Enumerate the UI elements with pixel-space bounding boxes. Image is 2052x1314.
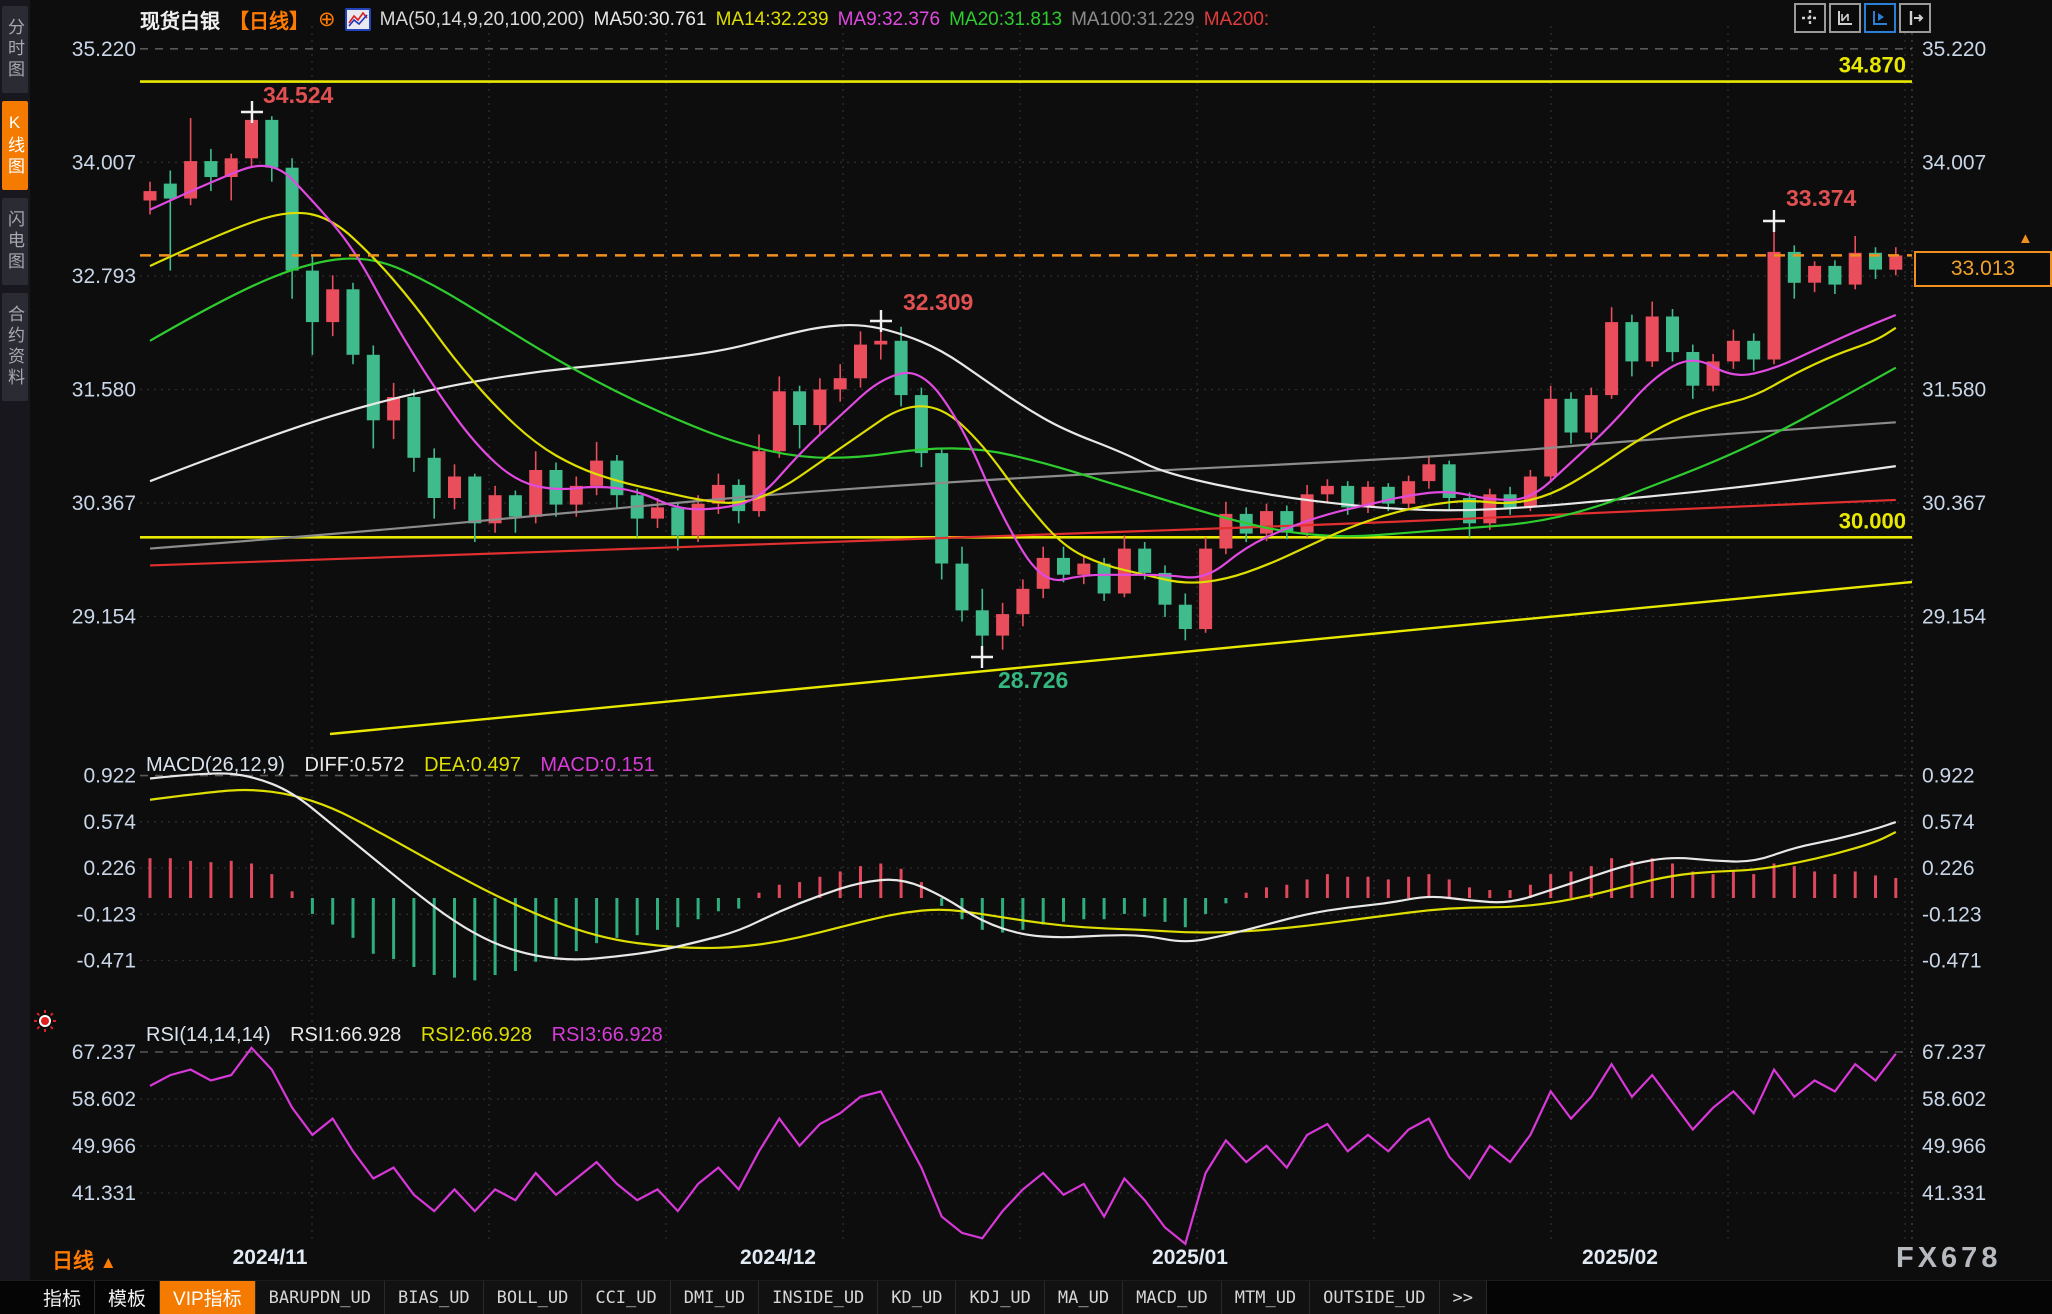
svg-text:0.226: 0.226 (83, 857, 136, 880)
toolbar-item-inside[interactable]: INSIDE_UD (759, 1281, 878, 1314)
chart-canvas[interactable]: 35.22035.22034.00734.00732.79332.79331.5… (0, 0, 2052, 1314)
toolbar-item-bias[interactable]: BIAS_UD (385, 1281, 484, 1314)
rsi2-value: RSI2:66.928 (421, 1024, 532, 1046)
timeframe-dropdown-icon: ▲ (100, 1253, 117, 1272)
date-axis-label: 2024/11 (233, 1246, 308, 1270)
svg-text:67.237: 67.237 (1922, 1041, 1986, 1064)
toolbar-item-dmi[interactable]: DMI_UD (671, 1281, 759, 1314)
svg-text:31.580: 31.580 (72, 378, 136, 401)
svg-text:0.574: 0.574 (83, 811, 136, 834)
timeframe-button[interactable]: 日线 ▲ (52, 1245, 117, 1275)
crosshair-tool-icon[interactable] (1794, 3, 1826, 33)
svg-text:32.793: 32.793 (72, 265, 136, 288)
ma9-value: MA9:32.376 (838, 9, 940, 31)
macd-macd-value: MACD:0.151 (540, 754, 655, 776)
toolbar-item-barupdn[interactable]: BARUPDN_UD (256, 1281, 385, 1314)
ma100-value: MA100:31.229 (1071, 9, 1195, 31)
axis-auto-icon[interactable] (1864, 3, 1896, 33)
svg-text:28.726: 28.726 (998, 667, 1068, 693)
toolbar-item-ma[interactable]: MA_UD (1045, 1281, 1123, 1314)
add-overlay-icon[interactable]: ⊕ (318, 9, 336, 30)
svg-text:34.007: 34.007 (1922, 151, 1986, 174)
toolbar-item-indicators[interactable]: 指标 (30, 1281, 95, 1314)
svg-text:30.367: 30.367 (1922, 492, 1986, 515)
toolbar-item-cci[interactable]: CCI_UD (582, 1281, 670, 1314)
toolbar-item-mtm[interactable]: MTM_UD (1222, 1281, 1310, 1314)
svg-text:0.922: 0.922 (1922, 765, 1975, 788)
fx678-watermark: FX678 (1896, 1242, 2001, 1275)
svg-text:35.220: 35.220 (72, 38, 136, 61)
svg-text:-0.471: -0.471 (1922, 950, 1982, 973)
svg-text:31.580: 31.580 (1922, 378, 1986, 401)
toolbar-item-more[interactable]: >> (1440, 1281, 1487, 1314)
alert-dot-icon[interactable] (33, 1009, 57, 1038)
sidebar-tab-contract-info[interactable]: 合约资料 (2, 293, 28, 401)
svg-text:49.966: 49.966 (1922, 1135, 1986, 1158)
svg-text:33.374: 33.374 (1786, 185, 1857, 211)
svg-text:29.154: 29.154 (1922, 606, 1987, 629)
toolbar-filler (1487, 1281, 2052, 1314)
date-axis-label: 2024/12 (740, 1246, 816, 1270)
svg-text:41.331: 41.331 (72, 1182, 136, 1205)
svg-text:35.220: 35.220 (1922, 38, 1986, 61)
svg-text:-0.123: -0.123 (1922, 903, 1982, 926)
ma20-value: MA20:31.813 (949, 9, 1062, 31)
svg-text:29.154: 29.154 (72, 606, 137, 629)
rsi-header: RSI(14,14,14) RSI1:66.928 RSI2:66.928 RS… (146, 1024, 677, 1047)
ma200-value: MA200: (1204, 9, 1269, 31)
toolbar-item-outside[interactable]: OUTSIDE_UD (1310, 1281, 1439, 1314)
rsi-title: RSI(14,14,14) (146, 1024, 271, 1046)
chart-type-icon[interactable] (345, 8, 371, 31)
rsi3-value: RSI3:66.928 (552, 1024, 663, 1046)
timeframe-tag: 【日线】 (229, 5, 309, 34)
svg-text:0.226: 0.226 (1922, 857, 1975, 880)
macd-dea-value: DEA:0.497 (424, 754, 521, 776)
macd-title: MACD(26,12,9) (146, 754, 285, 776)
sidebar-tab-lightning-chart[interactable]: 闪电图 (2, 198, 28, 285)
chart-header: 现货白银 【日线】 ⊕ MA(50,14,9,20,100,200) MA50:… (140, 5, 1269, 34)
svg-text:67.237: 67.237 (72, 1041, 136, 1064)
svg-text:34.870: 34.870 (1839, 53, 1906, 78)
svg-text:30.000: 30.000 (1839, 508, 1906, 533)
svg-text:32.309: 32.309 (903, 289, 973, 315)
svg-text:30.367: 30.367 (72, 492, 136, 515)
sidebar-tab-kline-chart[interactable]: K线图 (2, 101, 28, 190)
toolbar-item-boll[interactable]: BOLL_UD (484, 1281, 583, 1314)
ma14-value: MA14:32.239 (716, 9, 829, 31)
ma50-value: MA50:30.761 (594, 9, 707, 31)
toolbar-item-kdj[interactable]: KDJ_UD (956, 1281, 1044, 1314)
svg-text:0.922: 0.922 (83, 765, 136, 788)
svg-text:0.574: 0.574 (1922, 811, 1975, 834)
date-axis-label: 2025/02 (1582, 1246, 1658, 1270)
svg-text:49.966: 49.966 (72, 1135, 136, 1158)
svg-text:58.602: 58.602 (72, 1088, 136, 1111)
svg-text:58.602: 58.602 (1922, 1088, 1986, 1111)
sidebar: 分时图 K线图 闪电图 合约资料 (0, 0, 30, 1280)
toolbar-item-templates[interactable]: 模板 (95, 1281, 160, 1314)
svg-text:-0.471: -0.471 (76, 950, 136, 973)
sidebar-tab-timeline-chart[interactable]: 分时图 (2, 6, 28, 93)
macd-header: MACD(26,12,9) DIFF:0.572 DEA:0.497 MACD:… (146, 754, 669, 777)
macd-diff-value: DIFF:0.572 (305, 754, 405, 776)
indicator-toolbar: 指标 模板 VIP指标 BARUPDN_UD BIAS_UD BOLL_UD C… (0, 1280, 2052, 1314)
svg-text:41.331: 41.331 (1922, 1182, 1986, 1205)
svg-text:-0.123: -0.123 (76, 903, 136, 926)
svg-text:34.007: 34.007 (72, 151, 136, 174)
axis-shift-icon[interactable] (1899, 3, 1931, 33)
trading-app-window: 35.22035.22034.00734.00732.79332.79331.5… (0, 0, 2052, 1314)
svg-text:34.524: 34.524 (263, 82, 334, 108)
price-up-arrow-icon: ▲ (2018, 230, 2033, 247)
rsi1-value: RSI1:66.928 (290, 1024, 401, 1046)
symbol-title: 现货白银 (140, 5, 220, 34)
axis-scale-icon[interactable] (1829, 3, 1861, 33)
current-price-box: 33.013 (1914, 251, 2052, 287)
toolbar-item-kd[interactable]: KD_UD (878, 1281, 956, 1314)
chart-toolbar-icons (1794, 3, 1931, 33)
toolbar-item-macd[interactable]: MACD_UD (1123, 1281, 1222, 1314)
ma-settings-label: MA(50,14,9,20,100,200) (380, 9, 585, 31)
toolbar-item-vip-indicators[interactable]: VIP指标 (160, 1281, 256, 1314)
date-axis-label: 2025/01 (1152, 1246, 1228, 1270)
